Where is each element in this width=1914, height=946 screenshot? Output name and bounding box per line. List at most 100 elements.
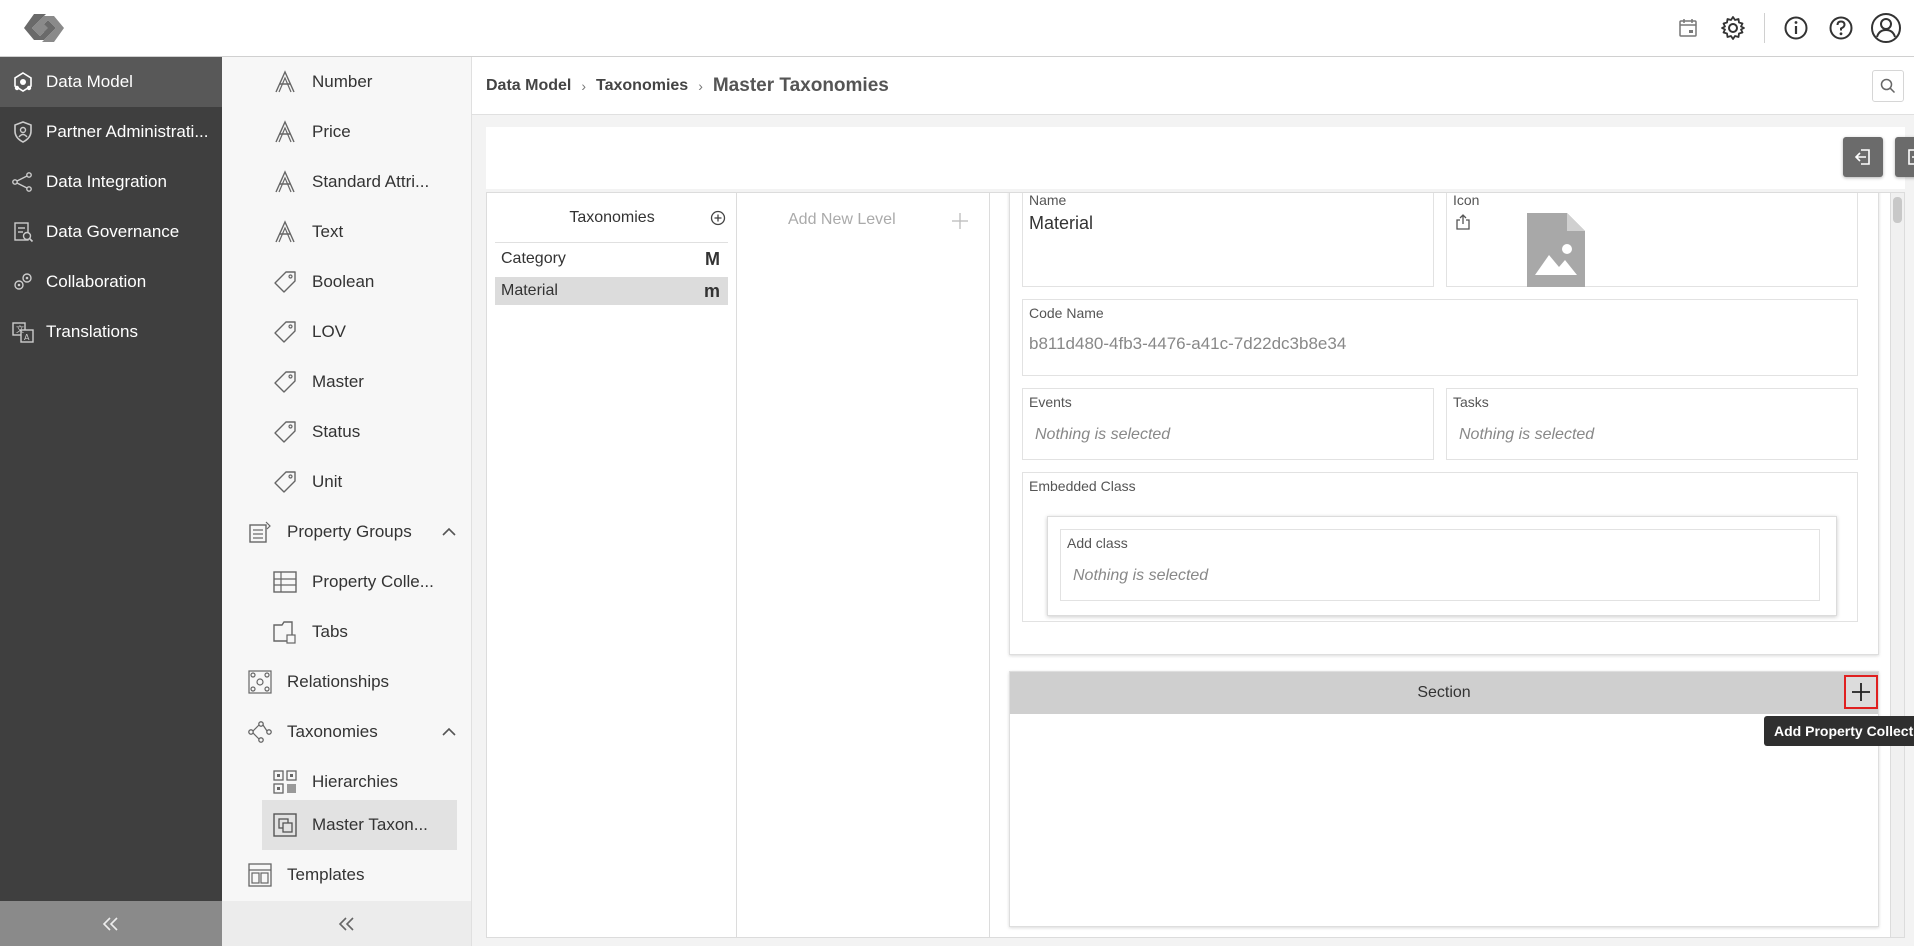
taxonomy-editor-panel: Taxonomies Category M Material m Add New… bbox=[486, 192, 1905, 938]
subnav-item-label: Hierarchies bbox=[312, 772, 398, 791]
subnav-item-label: Relationships bbox=[287, 672, 390, 691]
subnav-item-text[interactable]: Text bbox=[272, 207, 477, 257]
image-placeholder-icon bbox=[1527, 213, 1585, 287]
taxonomy-row-material[interactable]: Material m bbox=[495, 277, 728, 305]
search-button[interactable] bbox=[1872, 70, 1904, 102]
import-icon bbox=[1854, 149, 1870, 165]
help-icon[interactable] bbox=[1823, 10, 1859, 46]
subnav-item-lov[interactable]: LOV bbox=[272, 307, 477, 357]
subnav-item-number[interactable]: Number bbox=[272, 57, 477, 107]
taxonomy-row-category[interactable]: Category M bbox=[495, 245, 728, 273]
grid-icon bbox=[273, 571, 297, 593]
toolbar bbox=[486, 127, 1914, 189]
subnav-item-property-collections[interactable]: Property Colle... bbox=[272, 557, 477, 607]
name-field[interactable]: Name Material bbox=[1022, 193, 1434, 287]
main-navigation: Data Model Partner Administrati... Data … bbox=[0, 57, 222, 946]
subnav-item-label: Unit bbox=[312, 472, 343, 491]
nav-item-label: Partner Administrati... bbox=[46, 122, 209, 141]
subnav-item-taxonomies[interactable]: Taxonomies bbox=[247, 707, 467, 757]
collapse-sub-nav-button[interactable] bbox=[222, 901, 471, 946]
taxonomy-badge: M bbox=[705, 248, 720, 269]
breadcrumb-data-model[interactable]: Data Model bbox=[486, 77, 571, 95]
levels-column: Add New Level bbox=[738, 193, 990, 937]
relationships-icon bbox=[248, 670, 272, 694]
nav-item-label: Translations bbox=[46, 322, 138, 341]
tooltip: Add Property Collection bbox=[1764, 716, 1914, 746]
tasks-field[interactable]: Tasks Nothing is selected bbox=[1446, 388, 1858, 460]
calendar-icon[interactable] bbox=[1670, 10, 1706, 46]
embedded-class-label: Embedded Class bbox=[1029, 478, 1136, 494]
import-button[interactable] bbox=[1843, 137, 1883, 177]
taxonomy-label: Category bbox=[501, 250, 566, 267]
section-title: Section bbox=[1417, 684, 1471, 701]
subnav-item-relationships[interactable]: Relationships bbox=[247, 657, 467, 707]
subnav-item-label: Property Colle... bbox=[312, 572, 434, 591]
info-icon[interactable] bbox=[1778, 10, 1814, 46]
scrollbar[interactable] bbox=[1890, 193, 1904, 937]
subnav-item-templates[interactable]: Templates bbox=[247, 850, 467, 900]
embedded-class-field: Embedded Class Add class Nothing is sele… bbox=[1022, 472, 1858, 622]
nav-item-data-governance[interactable]: Data Governance bbox=[0, 207, 222, 257]
subnav-item-label: Master Taxon... bbox=[312, 815, 428, 834]
chevron-up-icon[interactable] bbox=[441, 724, 457, 740]
subnav-item-price[interactable]: Price bbox=[272, 107, 477, 157]
export-button[interactable] bbox=[1895, 137, 1914, 177]
taxonomy-details-card: Name Material Icon Code Name b811d480-4f… bbox=[1009, 193, 1879, 655]
attribute-icon bbox=[275, 120, 295, 143]
breadcrumb: Data Model › Taxonomies › Master Taxonom… bbox=[486, 75, 889, 97]
add-property-collection-button[interactable] bbox=[1844, 675, 1878, 709]
tasks-value: Nothing is selected bbox=[1459, 426, 1595, 443]
subnav-item-master[interactable]: Master bbox=[272, 357, 477, 407]
nav-item-data-model[interactable]: Data Model bbox=[0, 57, 222, 107]
subnav-item-label: Status bbox=[312, 422, 361, 441]
subnav-item-property-groups[interactable]: Property Groups bbox=[247, 507, 467, 557]
subnav-item-label: Templates bbox=[287, 865, 365, 884]
collapse-main-nav-button[interactable] bbox=[0, 901, 222, 946]
taxonomies-column: Taxonomies Category M Material m bbox=[487, 193, 737, 937]
plus-icon bbox=[952, 213, 968, 229]
nav-item-data-integration[interactable]: Data Integration bbox=[0, 157, 222, 207]
subnav-item-master-taxonomies[interactable]: Master Taxon... bbox=[262, 800, 457, 850]
add-class-field[interactable]: Add class Nothing is selected bbox=[1060, 529, 1820, 601]
taxonomies-icon bbox=[248, 721, 272, 743]
name-value: Material bbox=[1029, 213, 1094, 233]
taxonomy-badge: m bbox=[703, 280, 720, 301]
breadcrumb-taxonomies[interactable]: Taxonomies bbox=[596, 77, 688, 95]
subnav-item-boolean[interactable]: Boolean bbox=[272, 257, 477, 307]
code-name-value: b811d480-4fb3-4476-a41c-7d22dc3b8e34 bbox=[1029, 334, 1347, 353]
add-level-button[interactable] bbox=[951, 212, 969, 230]
divider bbox=[1764, 13, 1765, 43]
scrollbar-thumb[interactable] bbox=[1893, 197, 1902, 223]
subnav-item-status[interactable]: Status bbox=[272, 407, 477, 457]
add-taxonomy-button[interactable] bbox=[710, 210, 726, 226]
section-card: Section bbox=[1009, 671, 1879, 927]
add-circle-icon bbox=[710, 210, 726, 226]
chevron-up-icon[interactable] bbox=[441, 524, 457, 540]
gear-icon[interactable] bbox=[1715, 10, 1751, 46]
nav-item-label: Collaboration bbox=[46, 272, 147, 291]
nav-item-translations[interactable]: 文A Translations bbox=[0, 307, 222, 357]
subnav-item-label: Boolean bbox=[312, 272, 375, 291]
export-icon bbox=[1908, 149, 1914, 165]
nav-item-partner-administration[interactable]: Partner Administrati... bbox=[0, 107, 222, 157]
nav-item-collaboration[interactable]: Collaboration bbox=[0, 257, 222, 307]
attribute-icon bbox=[275, 70, 295, 93]
events-label: Events bbox=[1029, 394, 1072, 410]
templates-icon bbox=[248, 863, 272, 887]
nav-item-label: Data Governance bbox=[46, 222, 180, 241]
subnav-item-standard-attributes[interactable]: Standard Attri... bbox=[272, 157, 477, 207]
subnav-item-label: Standard Attri... bbox=[312, 172, 430, 191]
svg-text:A: A bbox=[24, 333, 30, 342]
add-new-level-label[interactable]: Add New Level bbox=[788, 211, 896, 229]
user-icon[interactable] bbox=[1868, 10, 1904, 46]
subnav-item-label: Number bbox=[312, 72, 373, 91]
icon-label: Icon bbox=[1453, 193, 1480, 208]
governance-icon bbox=[14, 222, 34, 243]
logo-icon[interactable] bbox=[20, 8, 68, 48]
plus-icon bbox=[1852, 683, 1870, 701]
subnav-item-label: Tabs bbox=[312, 622, 348, 641]
subnav-item-unit[interactable]: Unit bbox=[272, 457, 477, 507]
events-field[interactable]: Events Nothing is selected bbox=[1022, 388, 1434, 460]
subnav-item-tabs[interactable]: Tabs bbox=[272, 607, 477, 657]
upload-icon[interactable] bbox=[1455, 213, 1471, 231]
